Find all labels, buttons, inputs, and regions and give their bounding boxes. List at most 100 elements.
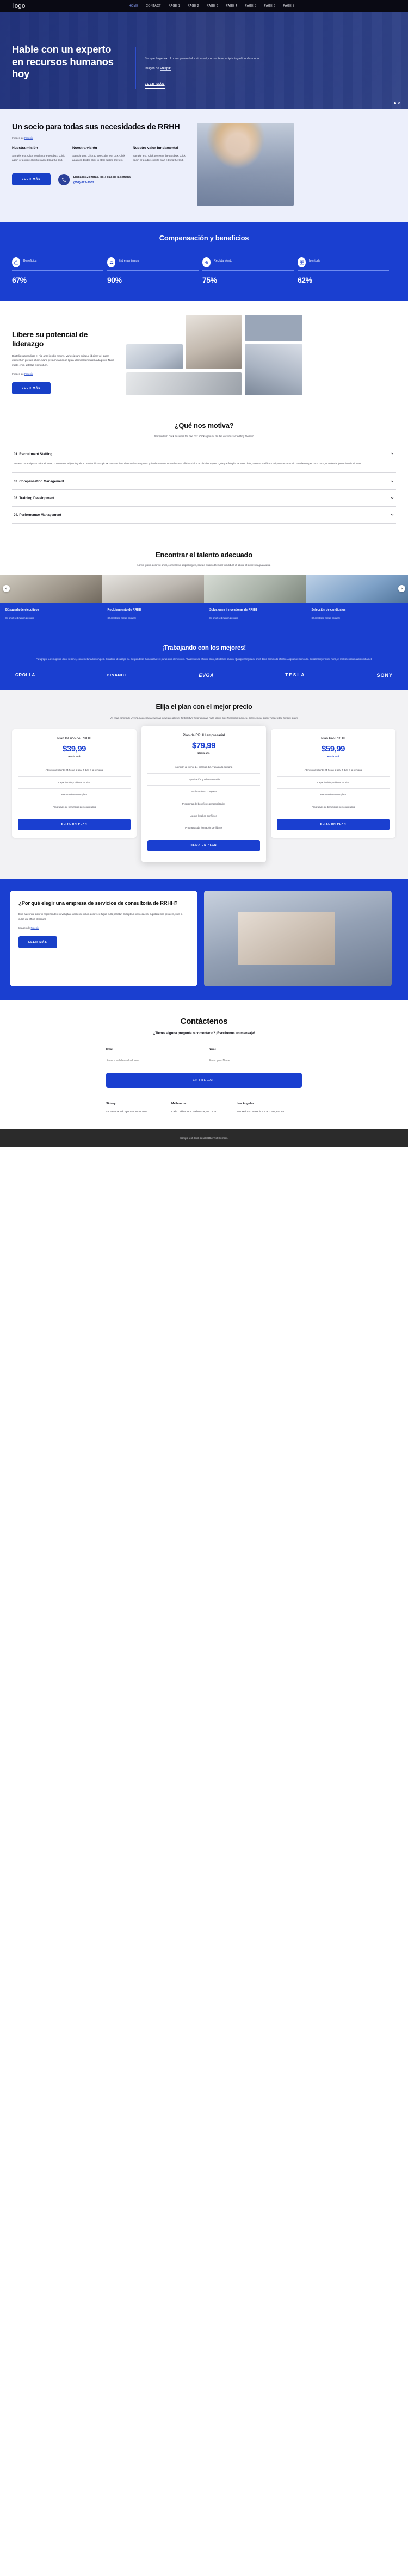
plan-period: Hacia acá [197,752,210,756]
talent-card-body: Sit amet sed rutrum posuere [311,616,341,619]
faq-toggle-2[interactable]: 02. Compensation Management [12,473,396,489]
talent-card[interactable]: Búsqueda de ejecutivos Sit amet sed rutr… [0,575,102,633]
faq-question: 03. Training Development [14,496,54,501]
plan-period: Hacia acá [327,756,339,759]
why-credit-prefix: Imagen de [18,926,31,929]
faq-question: 01. Recruitment Staffing [14,452,53,456]
plan-feature: Programas de formación de líderes [147,822,260,833]
stat-value: 62% [298,276,312,284]
why-choose-card: ¿Por qué elegir una empresa de servicios… [10,890,197,986]
plan-feature: Atención al cliente 24 horas al día, 7 d… [277,764,390,776]
plan-price: $39,99 [63,744,86,754]
submit-button[interactable]: ENTREGAR [106,1072,302,1088]
nav-link-page-3[interactable]: PAGE 3 [207,4,218,8]
faq-toggle-3[interactable]: 03. Training Development [12,490,396,506]
why-read-more-button[interactable]: LEER MÁS [18,936,57,948]
phone-badge[interactable]: Llama las 24 horas, los 7 días de la sem… [58,173,131,185]
stat-divider [12,270,103,271]
nav-link-page-1[interactable]: PAGE 1 [169,4,180,8]
faq-answer: Answer. Lorem ipsum dolor sit amet, cons… [14,462,362,465]
nav-link-page-7[interactable]: PAGE 7 [283,4,294,8]
stats-section: Compensación y beneficios Beneficios 67% [0,222,408,301]
hero-image-credit: Imagen de Freepik [145,66,293,71]
landing-page: logo HOME CONTACT PAGE 1 PAGE 2 PAGE 3 P… [0,0,408,1147]
partners-body-link[interactable]: quis elementum [168,658,184,661]
nav-link-home[interactable]: HOME [129,4,138,8]
hero-credit-link[interactable]: Freepik [160,66,171,71]
partner-read-more-button[interactable]: LEER MÁS [12,173,51,186]
plan-choose-button[interactable]: ELIJA UN PLAN [277,819,390,830]
partners-body-2: . Phasellus sed efficitur dolor, sit ult… [184,657,373,661]
site-logo[interactable]: logo [13,3,26,9]
plan-features: Atención al cliente 24 horas al día, 7 d… [18,764,131,813]
plan-choose-button[interactable]: ELIJA UN PLAN [18,819,131,830]
mentor-icon [298,257,306,267]
plan-feature: Capacitación y talleres en sitio [18,776,131,788]
faq-subtitle: Sample text. Click to select the text bo… [154,435,254,438]
name-input[interactable] [209,1056,302,1065]
why-choose-body: Duis aute irure dolor in reprehenderit i… [18,913,183,921]
email-input[interactable] [106,1056,199,1065]
leadership-credit-link[interactable]: Freepik [24,372,33,375]
leadership-photo-4 [126,372,242,395]
chevron-down-icon [390,513,394,518]
top-navigation: logo HOME CONTACT PAGE 1 PAGE 2 PAGE 3 P… [0,0,408,12]
partner-column-body: Sample text. Click to select the text bo… [72,154,125,163]
chevron-left-icon[interactable] [3,584,10,592]
stat-divider [202,270,294,271]
partner-section: Un socio para todas sus necesidades de R… [0,109,408,222]
why-choose-photo [204,890,392,986]
phone-icon [58,173,70,185]
nav-link-page-4[interactable]: PAGE 4 [226,4,237,8]
nav-link-page-2[interactable]: PAGE 2 [188,4,199,8]
contact-title: Contáctenos [180,1016,228,1026]
phone-number[interactable]: (352) 622-9969 [73,181,131,184]
talent-card[interactable]: Selección de candidatos Sit amet sed rut… [306,575,408,633]
leadership-photo-grid [126,315,306,395]
partner-column-body: Sample text. Click to select the text bo… [133,154,186,163]
faq-title: ¿Qué nos motiva? [174,421,234,430]
faq-toggle-4[interactable]: 04. Performance Management [12,507,396,523]
logo-binance: BINANCE [106,673,128,678]
stat-divider [298,270,389,271]
faq-question: 02. Compensation Management [14,480,64,484]
chevron-right-icon[interactable] [398,584,405,592]
logo-tesla: TESLA [285,673,306,678]
nav-link-contact[interactable]: CONTACT [146,4,161,8]
partner-column-heading: Nuestra misión [12,146,38,151]
nav-link-page-6[interactable]: PAGE 6 [264,4,275,8]
contact-form: Email Name ENTREGAR [106,1048,302,1088]
faq-item-4: 04. Performance Management [12,507,396,524]
leadership-read-more-button[interactable]: LEER MÁS [12,382,51,394]
faq-question: 04. Performance Management [14,513,61,518]
logo-evga: EVGA [199,672,214,678]
talent-card-heading: Selección de candidatos [311,608,346,612]
hero-read-more-link[interactable]: LEER MÁS [145,83,165,89]
plan-choose-button[interactable]: ELIJA UN PLAN [147,839,260,851]
why-choose-title: ¿Por qué elegir una empresa de servicios… [18,900,178,906]
plan-features: Atención al cliente 24 horas al día, 7 d… [147,761,260,834]
faq-section: ¿Qué nos motiva? Sample text. Click to s… [0,408,408,539]
plan-feature: Reclutamiento completo [277,788,390,800]
talent-card[interactable]: Reclutamiento de RRHH Sit amet sed rutru… [102,575,204,633]
talent-card-image [306,575,408,603]
logo-crolla: CROLLA [15,673,35,678]
talent-card[interactable]: Soluciones innovadoras de RRHH Sit amet … [204,575,306,633]
partners-body: Paragraph. Lorem ipsum dolor sit amet, c… [12,657,396,662]
partner-image-credit: Imagen de Freepik [12,136,191,139]
hero-dot-1[interactable] [394,102,396,104]
why-credit-link[interactable]: Freepik [31,926,39,929]
contact-subtitle: ¿Tienes alguna pregunta o comentario? ¡E… [153,1031,255,1035]
faq-item-1: 01. Recruitment Staffing Answer. Lorem i… [12,445,396,473]
nav-link-page-5[interactable]: PAGE 5 [245,4,256,8]
plan-feature: Capacitación y talleres en sitio [147,773,260,785]
email-field-group: Email [106,1048,199,1065]
leadership-body: Digitalis suspendisse et nisl ante in ni… [12,354,114,367]
search-person-icon [202,257,211,267]
talent-card-body: Sit amet sed rutrum posuere [107,616,137,619]
why-choose-section: ¿Por qué elegir una empresa de servicios… [0,878,408,1000]
hero-dot-2[interactable] [398,102,400,104]
faq-toggle-1[interactable]: 01. Recruitment Staffing [12,445,396,462]
partner-credit-link[interactable]: Freepik [24,136,33,139]
page-footer: Sample text. Click to select the Text El… [0,1129,408,1147]
